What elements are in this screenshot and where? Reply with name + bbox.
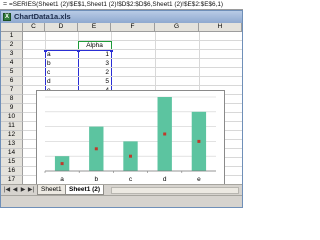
first-sheet-icon[interactable]: |◀ bbox=[3, 186, 11, 194]
x-tick-label-b: b bbox=[94, 176, 98, 183]
selection-marker-a[interactable] bbox=[60, 162, 64, 166]
horizontal-scrollbar[interactable] bbox=[111, 187, 239, 194]
formula-text[interactable]: =SERIES(Sheet1 (2)!$E$1,Sheet1 (2)!$D$2:… bbox=[9, 1, 223, 9]
status-bar bbox=[1, 195, 242, 207]
row-header-7[interactable]: 7 bbox=[1, 86, 23, 95]
column-header-g[interactable]: G bbox=[155, 23, 199, 32]
x-tick-label-a: a bbox=[60, 176, 64, 183]
row-header-9[interactable]: 9 bbox=[1, 104, 23, 113]
grid-line bbox=[23, 40, 242, 41]
embedded-chart[interactable]: a b c d e bbox=[36, 90, 225, 186]
grid-line bbox=[23, 49, 242, 50]
row-header-17[interactable]: 17 bbox=[1, 176, 23, 184]
grid-line bbox=[23, 85, 242, 86]
row-header-5[interactable]: 5 bbox=[1, 68, 23, 77]
row-header-8[interactable]: 8 bbox=[1, 95, 23, 104]
tab-sheet1[interactable]: Sheet1 bbox=[37, 185, 66, 195]
next-sheet-icon[interactable]: ▶ bbox=[19, 186, 27, 194]
grid-line bbox=[23, 58, 242, 59]
excel-document-icon: X bbox=[3, 13, 11, 21]
row-header-12[interactable]: 12 bbox=[1, 131, 23, 140]
row-header-3[interactable]: 3 bbox=[1, 50, 23, 59]
window-title: ChartData1a.xls bbox=[14, 12, 71, 21]
column-header-f[interactable]: F bbox=[111, 23, 155, 32]
x-tick-label-d: d bbox=[163, 176, 167, 183]
tab-sheet1-2[interactable]: Sheet1 (2) bbox=[65, 185, 105, 195]
row-header-6[interactable]: 6 bbox=[1, 77, 23, 86]
selection-marker-b[interactable] bbox=[94, 147, 98, 151]
previous-sheet-icon[interactable]: ◀ bbox=[11, 186, 19, 194]
row-header-2[interactable]: 2 bbox=[1, 41, 23, 50]
column-header-d[interactable]: D bbox=[45, 23, 78, 32]
last-sheet-icon[interactable]: ▶| bbox=[27, 186, 35, 194]
column-header-h[interactable]: H bbox=[199, 23, 242, 32]
function-icon: = bbox=[2, 1, 8, 8]
selection-marker-d[interactable] bbox=[163, 132, 167, 136]
x-tick-label-c: c bbox=[129, 176, 133, 183]
select-all-corner[interactable] bbox=[1, 23, 23, 32]
column-header-e[interactable]: E bbox=[78, 23, 111, 32]
row-header-1[interactable]: 1 bbox=[1, 32, 23, 41]
x-tick-label-e: e bbox=[197, 176, 201, 183]
sheet-tab-bar: |◀ ◀ ▶ ▶| Sheet1 Sheet1 (2) bbox=[1, 184, 242, 195]
row-header-14[interactable]: 14 bbox=[1, 149, 23, 158]
row-header-16[interactable]: 16 bbox=[1, 167, 23, 176]
workbook-window: X ChartData1a.xls C D E F G H Alpha a 1 … bbox=[0, 10, 243, 208]
selection-marker-e[interactable] bbox=[197, 139, 201, 143]
selection-marker-c[interactable] bbox=[129, 154, 132, 158]
row-header-13[interactable]: 13 bbox=[1, 140, 23, 149]
row-header-4[interactable]: 4 bbox=[1, 59, 23, 68]
row-header-10[interactable]: 10 bbox=[1, 113, 23, 122]
formula-bar[interactable]: = =SERIES(Sheet1 (2)!$E$1,Sheet1 (2)!$D$… bbox=[0, 0, 243, 10]
title-bar[interactable]: X ChartData1a.xls bbox=[1, 11, 242, 23]
grid-line bbox=[23, 67, 242, 68]
column-header-c[interactable]: C bbox=[23, 23, 45, 32]
row-header-11[interactable]: 11 bbox=[1, 122, 23, 131]
grid-line bbox=[23, 76, 242, 77]
bar-chart-svg[interactable]: a b c d e bbox=[37, 91, 224, 185]
row-header-15[interactable]: 15 bbox=[1, 158, 23, 167]
